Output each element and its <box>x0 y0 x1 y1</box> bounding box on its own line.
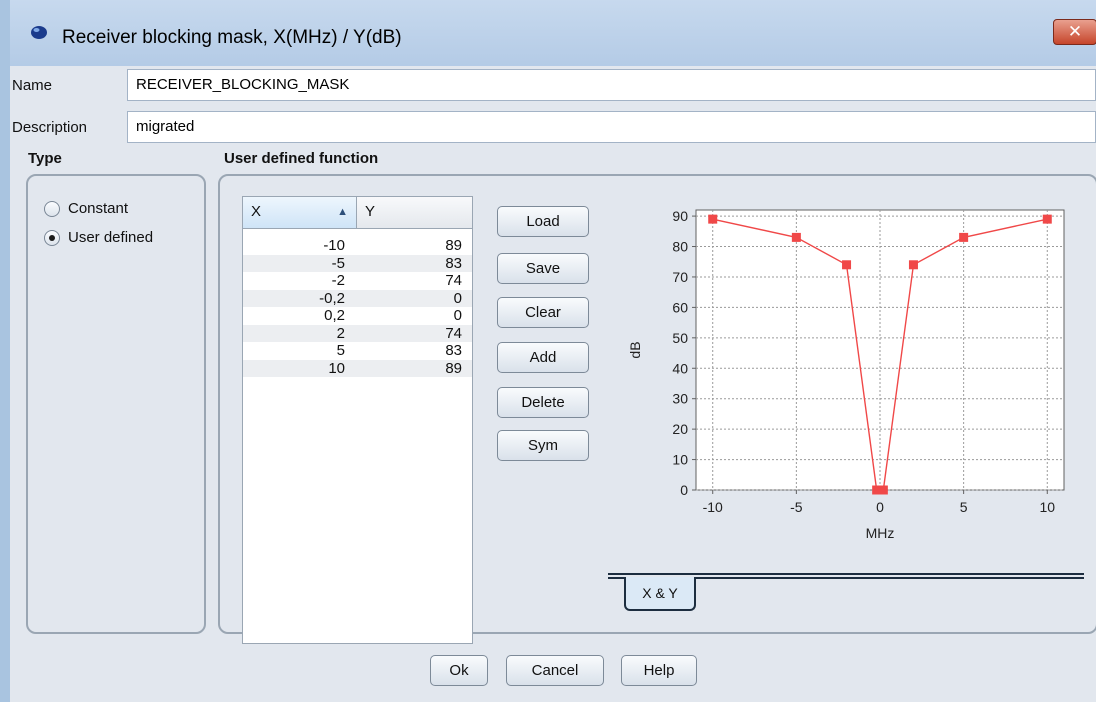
radio-user-defined-indicator <box>44 229 60 246</box>
table-row[interactable]: -0,2 0 <box>243 289 472 308</box>
app-icon <box>31 26 47 39</box>
y-axis-label: dB <box>627 341 643 358</box>
cell-y[interactable]: 0 <box>357 307 472 325</box>
tab-strip-line <box>608 573 1084 575</box>
data-point <box>878 485 888 495</box>
cell-y[interactable]: 83 <box>357 255 472 273</box>
table-row[interactable]: 0,2 0 <box>243 307 472 325</box>
close-icon: ✕ <box>1067 22 1083 41</box>
save-button[interactable]: Save <box>497 253 589 284</box>
udf-section-label: User defined function <box>224 150 379 167</box>
y-tick-label: 20 <box>672 421 688 437</box>
data-point <box>708 214 718 224</box>
data-point <box>959 232 969 242</box>
sym-button[interactable]: Sym <box>497 430 589 461</box>
y-tick-label: 40 <box>672 360 688 376</box>
cell-y[interactable]: 89 <box>357 360 472 378</box>
mask-chart: -10 -5 0 5 10 0 10 20 30 40 50 60 70 80 90 MHz dB <box>627 208 1065 541</box>
cell-x[interactable]: 10 <box>243 360 357 378</box>
y-tick-label: 10 <box>672 452 688 468</box>
dialog-content: Name RECEIVER_BLOCKING_MASK Description … <box>10 66 1096 702</box>
x-tick-label: 5 <box>960 499 968 515</box>
radio-constant-label: Constant <box>68 200 129 217</box>
y-tick-label: 70 <box>672 269 688 285</box>
xy-table[interactable]: X ▲ Y -10 89 -5 83 -2 74 -0,2 0 0,2 0 2 74 5 83… <box>242 196 473 644</box>
close-button[interactable]: ✕ <box>1053 19 1096 45</box>
x-tick-label: -10 <box>703 499 723 515</box>
clear-button[interactable]: Clear <box>497 297 589 328</box>
cell-x[interactable]: -5 <box>243 255 357 273</box>
column-header-y[interactable]: Y <box>357 197 472 228</box>
x-tick-label: 10 <box>1039 499 1055 515</box>
description-label: Description <box>12 119 88 136</box>
x-tick-label: 0 <box>876 499 884 515</box>
delete-button[interactable]: Delete <box>497 387 589 418</box>
type-panel: Constant User defined <box>26 174 206 634</box>
radio-constant[interactable]: Constant <box>44 200 128 217</box>
cell-x[interactable]: 5 <box>243 342 357 360</box>
table-body: -10 89 -5 83 -2 74 -0,2 0 0,2 0 2 74 5 83 10 89 <box>243 229 472 377</box>
y-tick-label: 90 <box>672 208 688 224</box>
column-header-x[interactable]: X ▲ <box>243 197 357 228</box>
cell-x[interactable]: 0,2 <box>243 307 357 325</box>
table-row[interactable]: 2 74 <box>243 324 472 343</box>
y-tick-label: 60 <box>672 299 688 315</box>
cell-x[interactable]: 2 <box>243 325 357 343</box>
sort-ascending-icon: ▲ <box>337 206 348 218</box>
help-button[interactable]: Help <box>621 655 697 686</box>
ok-button[interactable]: Ok <box>430 655 488 686</box>
radio-user-defined-label: User defined <box>68 229 154 246</box>
table-row[interactable]: -2 74 <box>243 272 472 290</box>
cell-x[interactable]: -0,2 <box>243 290 357 308</box>
y-tick-label: 50 <box>672 330 688 346</box>
table-row[interactable]: -5 83 <box>243 254 472 273</box>
description-field[interactable]: migrated <box>127 111 1096 143</box>
cell-y[interactable]: 89 <box>357 237 472 255</box>
table-row[interactable]: 5 83 <box>243 342 472 360</box>
cell-x[interactable]: -10 <box>243 237 357 255</box>
name-label: Name <box>12 77 53 94</box>
column-header-x-label: X <box>251 203 262 220</box>
cell-y[interactable]: 83 <box>357 342 472 360</box>
window-title: Receiver blocking mask, X(MHz) / Y(dB) <box>62 27 402 48</box>
add-button[interactable]: Add <box>497 342 589 373</box>
y-tick-label: 80 <box>672 239 688 255</box>
x-tick-label: -5 <box>790 499 803 515</box>
x-axis-label: MHz <box>866 525 895 541</box>
tab-x-y[interactable]: X & Y <box>624 577 696 611</box>
table-row[interactable]: 10 89 <box>243 359 472 378</box>
name-field[interactable]: RECEIVER_BLOCKING_MASK <box>127 69 1096 101</box>
y-tick-label: 30 <box>672 391 688 407</box>
cell-x[interactable]: -2 <box>243 272 357 290</box>
y-tick-label: 0 <box>680 482 688 498</box>
data-point <box>842 260 852 270</box>
data-point <box>908 260 918 270</box>
data-point <box>1042 214 1052 224</box>
table-header: X ▲ Y <box>243 197 472 229</box>
cell-y[interactable]: 74 <box>357 272 472 290</box>
cell-y[interactable]: 0 <box>357 290 472 308</box>
table-row[interactable]: -10 89 <box>243 237 472 255</box>
title-bar: Receiver blocking mask, X(MHz) / Y(dB) ✕ <box>10 0 1096 66</box>
window-border <box>0 0 10 702</box>
radio-constant-indicator <box>44 200 60 217</box>
cell-y[interactable]: 74 <box>357 325 472 343</box>
data-point <box>791 232 801 242</box>
load-button[interactable]: Load <box>497 206 589 237</box>
type-section-label: Type <box>28 150 62 167</box>
cancel-button[interactable]: Cancel <box>506 655 604 686</box>
radio-user-defined[interactable]: User defined <box>44 229 153 246</box>
